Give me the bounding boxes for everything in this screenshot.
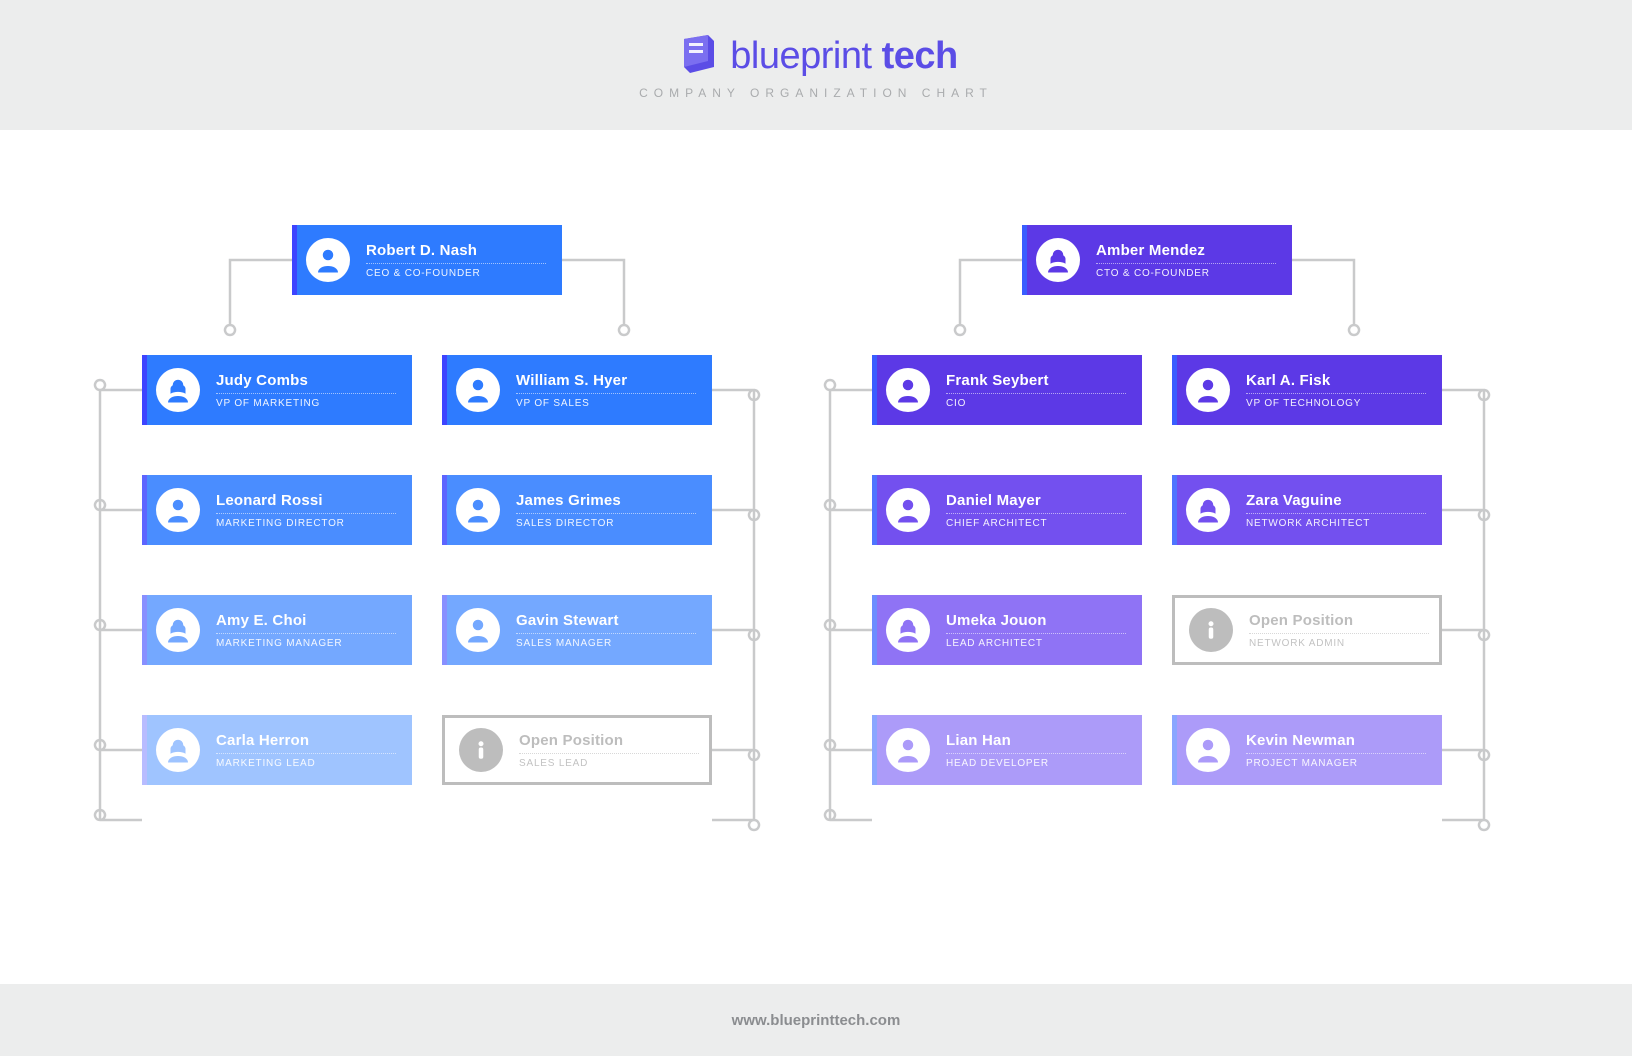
person-title: VP OF TECHNOLOGY: [1246, 398, 1426, 409]
header: blueprint tech COMPANY ORGANIZATION CHAR…: [0, 0, 1632, 130]
person-name: Umeka Jouon: [946, 612, 1126, 634]
brand-word2: tech: [882, 35, 958, 77]
avatar-icon: [156, 488, 200, 532]
person-title: LEAD ARCHITECT: [946, 638, 1126, 649]
card-l3a: Amy E. Choi MARKETING MANAGER: [142, 595, 412, 665]
logo-icon: [674, 31, 720, 82]
person-title: VP OF MARKETING: [216, 398, 396, 409]
person-name: Karl A. Fisk: [1246, 372, 1426, 394]
card-cto: Amber Mendez CTO & CO-FOUNDER: [1022, 225, 1292, 295]
card-l2b: James Grimes SALES DIRECTOR: [442, 475, 712, 545]
subtitle: COMPANY ORGANIZATION CHART: [639, 86, 993, 100]
person-name: Kevin Newman: [1246, 732, 1426, 754]
card-r1a: Frank Seybert CIO: [872, 355, 1142, 425]
avatar-icon: [886, 608, 930, 652]
card-l4a: Carla Herron MARKETING LEAD: [142, 715, 412, 785]
person-title: SALES LEAD: [519, 758, 699, 769]
avatar-icon: [1186, 488, 1230, 532]
person-name: Amy E. Choi: [216, 612, 396, 634]
person-name: Zara Vaguine: [1246, 492, 1426, 514]
person-title: MARKETING DIRECTOR: [216, 518, 396, 529]
avatar-icon: [886, 728, 930, 772]
card-ceo: Robert D. Nash CEO & CO-FOUNDER: [292, 225, 562, 295]
avatar-icon: [456, 368, 500, 412]
person-title: PROJECT MANAGER: [1246, 758, 1426, 769]
person-name: Judy Combs: [216, 372, 396, 394]
person-title: CHIEF ARCHITECT: [946, 518, 1126, 529]
card-r3b-open: Open Position NETWORK ADMIN: [1172, 595, 1442, 665]
card-r2b: Zara Vaguine NETWORK ARCHITECT: [1172, 475, 1442, 545]
person-title: SALES DIRECTOR: [516, 518, 696, 529]
person-title: NETWORK ADMIN: [1249, 638, 1429, 649]
card-r3a: Umeka Jouon LEAD ARCHITECT: [872, 595, 1142, 665]
avatar-icon: [456, 488, 500, 532]
person-title: MARKETING LEAD: [216, 758, 396, 769]
card-l2a: Leonard Rossi MARKETING DIRECTOR: [142, 475, 412, 545]
person-name: Open Position: [1249, 612, 1429, 634]
person-title: CTO & CO-FOUNDER: [1096, 268, 1276, 279]
avatar-icon: [156, 728, 200, 772]
org-chart-canvas: Robert D. Nash CEO & CO-FOUNDER Judy Comb…: [0, 130, 1632, 984]
connectors: [0, 130, 1632, 984]
person-name: James Grimes: [516, 492, 696, 514]
person-name: Robert D. Nash: [366, 242, 546, 264]
info-icon: [1189, 608, 1233, 652]
avatar-icon: [886, 488, 930, 532]
person-name: William S. Hyer: [516, 372, 696, 394]
brand-word1: blueprint: [730, 35, 871, 77]
person-title: VP OF SALES: [516, 398, 696, 409]
person-name: Gavin Stewart: [516, 612, 696, 634]
avatar-icon: [1186, 728, 1230, 772]
card-l3b: Gavin Stewart SALES MANAGER: [442, 595, 712, 665]
person-name: Leonard Rossi: [216, 492, 396, 514]
avatar-icon: [1036, 238, 1080, 282]
card-r4a: Lian Han HEAD DEVELOPER: [872, 715, 1142, 785]
card-r2a: Daniel Mayer CHIEF ARCHITECT: [872, 475, 1142, 545]
info-icon: [459, 728, 503, 772]
card-l1a: Judy Combs VP OF MARKETING: [142, 355, 412, 425]
person-name: Amber Mendez: [1096, 242, 1276, 264]
avatar-icon: [456, 608, 500, 652]
footer-url: www.blueprinttech.com: [0, 984, 1632, 1056]
person-name: Carla Herron: [216, 732, 396, 754]
person-name: Open Position: [519, 732, 699, 754]
card-r4b: Kevin Newman PROJECT MANAGER: [1172, 715, 1442, 785]
person-title: SALES MANAGER: [516, 638, 696, 649]
person-name: Lian Han: [946, 732, 1126, 754]
avatar-icon: [306, 238, 350, 282]
person-name: Frank Seybert: [946, 372, 1126, 394]
avatar-icon: [1186, 368, 1230, 412]
brand-name: blueprint tech: [730, 35, 957, 78]
person-title: MARKETING MANAGER: [216, 638, 396, 649]
person-title: HEAD DEVELOPER: [946, 758, 1126, 769]
card-l4b-open: Open Position SALES LEAD: [442, 715, 712, 785]
avatar-icon: [886, 368, 930, 412]
person-name: Daniel Mayer: [946, 492, 1126, 514]
avatar-icon: [156, 368, 200, 412]
card-l1b: William S. Hyer VP OF SALES: [442, 355, 712, 425]
person-title: CIO: [946, 398, 1126, 409]
card-r1b: Karl A. Fisk VP OF TECHNOLOGY: [1172, 355, 1442, 425]
person-title: CEO & CO-FOUNDER: [366, 268, 546, 279]
person-title: NETWORK ARCHITECT: [1246, 518, 1426, 529]
avatar-icon: [156, 608, 200, 652]
